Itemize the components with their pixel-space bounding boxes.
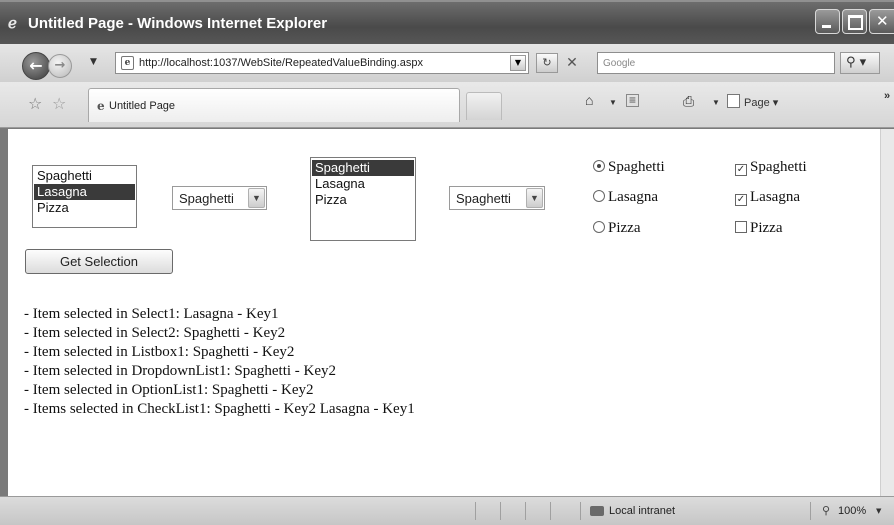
checkbox-checked-icon[interactable]: ✓ bbox=[735, 164, 747, 176]
optionlist1-label: Pizza bbox=[608, 220, 641, 236]
tab-label: Untitled Page bbox=[109, 100, 176, 112]
favorites-star-icon[interactable]: ☆ bbox=[28, 94, 42, 113]
home-dropdown-icon[interactable]: ▼ bbox=[609, 98, 617, 107]
result-line: - Items selected in CheckList1: Spaghett… bbox=[24, 401, 415, 417]
optionlist1-item[interactable]: Lasagna bbox=[593, 189, 658, 206]
search-input[interactable]: Google bbox=[597, 52, 835, 74]
listbox1[interactable]: Spaghetti Lasagna Pizza bbox=[310, 157, 416, 241]
print-dropdown-icon[interactable]: ▼ bbox=[712, 98, 720, 107]
status-divider bbox=[500, 502, 501, 520]
zoom-icon[interactable]: ⚲ bbox=[822, 504, 830, 517]
optionlist1-label: Lasagna bbox=[608, 189, 658, 205]
status-divider bbox=[525, 502, 526, 520]
vertical-scrollbar[interactable] bbox=[880, 129, 894, 496]
stop-button[interactable]: ✕ bbox=[561, 53, 583, 73]
intranet-zone-icon bbox=[590, 506, 604, 516]
maximize-button[interactable] bbox=[842, 9, 867, 34]
optionlist1-item[interactable]: Spaghetti bbox=[593, 159, 665, 176]
address-bar[interactable]: e http://localhost:1037/WebSite/Repeated… bbox=[115, 52, 529, 74]
optionlist1-item[interactable]: Pizza bbox=[593, 220, 640, 237]
listbox1-option[interactable]: Lasagna bbox=[312, 176, 414, 192]
select1-listbox[interactable]: Spaghetti Lasagna Pizza bbox=[32, 165, 137, 228]
listbox1-option-selected[interactable]: Spaghetti bbox=[312, 160, 414, 176]
result-line: - Item selected in DropdownList1: Spaghe… bbox=[24, 363, 337, 379]
checklist1-item[interactable]: ✓ Spaghetti bbox=[735, 159, 807, 176]
tab-untitled-page[interactable]: e Untitled Page bbox=[88, 88, 460, 122]
feeds-icon[interactable]: ≡ bbox=[626, 94, 639, 107]
radio-icon[interactable] bbox=[593, 190, 605, 202]
result-line: - Item selected in Select2: Spaghetti - … bbox=[24, 325, 286, 341]
checkbox-icon[interactable] bbox=[735, 221, 747, 233]
select1-option[interactable]: Pizza bbox=[34, 200, 135, 216]
radio-icon[interactable] bbox=[593, 221, 605, 233]
checklist1-label: Lasagna bbox=[750, 189, 800, 205]
zoom-level[interactable]: 100% bbox=[838, 505, 866, 517]
back-button[interactable]: ← bbox=[22, 52, 50, 80]
select1-option-selected[interactable]: Lasagna bbox=[34, 184, 135, 200]
radio-checked-icon[interactable] bbox=[593, 160, 605, 172]
navigation-bar: ← → ▼ e http://localhost:1037/WebSite/Re… bbox=[0, 44, 894, 82]
select2-value: Spaghetti bbox=[179, 191, 234, 206]
checklist1-label: Spaghetti bbox=[750, 159, 807, 175]
checklist1-label: Pizza bbox=[750, 220, 783, 236]
search-button[interactable]: ⚲ ▾ bbox=[840, 52, 880, 74]
ie-logo-icon: ℯ bbox=[8, 14, 17, 32]
results-list: - Item selected in Select1: Lasagna - Ke… bbox=[24, 305, 415, 419]
ie-page-icon: e bbox=[97, 99, 105, 113]
select1-option[interactable]: Spaghetti bbox=[34, 168, 135, 184]
new-tab-button[interactable] bbox=[466, 92, 502, 120]
forward-button[interactable]: → bbox=[48, 54, 72, 78]
status-divider bbox=[475, 502, 476, 520]
status-bar: Local intranet ⚲ 100% ▼ bbox=[0, 496, 894, 525]
chevron-down-icon[interactable]: ▼ bbox=[526, 188, 543, 208]
add-favorites-icon[interactable]: ☆ bbox=[52, 94, 66, 113]
address-dropdown-button[interactable]: ▼ bbox=[510, 55, 526, 71]
get-selection-button[interactable]: Get Selection bbox=[25, 249, 173, 274]
result-line: - Item selected in Select1: Lasagna - Ke… bbox=[24, 306, 279, 322]
page-menu-icon bbox=[727, 94, 740, 108]
page-content: Spaghetti Lasagna Pizza Spaghetti ▼ Spag… bbox=[8, 129, 880, 496]
window-title: Untitled Page - Windows Internet Explore… bbox=[28, 15, 328, 32]
recent-pages-dropdown[interactable]: ▼ bbox=[90, 57, 97, 67]
status-divider bbox=[580, 502, 581, 520]
home-icon[interactable]: ⌂ bbox=[585, 92, 593, 108]
status-divider bbox=[810, 502, 811, 520]
toolbar-overflow-icon[interactable]: » bbox=[884, 90, 890, 102]
dropdownlist1-value: Spaghetti bbox=[456, 191, 511, 206]
print-icon[interactable]: ⎙ bbox=[683, 93, 694, 110]
checklist1-item[interactable]: Pizza bbox=[735, 220, 782, 237]
listbox1-option[interactable]: Pizza bbox=[312, 192, 414, 208]
security-zone-label[interactable]: Local intranet bbox=[609, 505, 675, 517]
chevron-down-icon[interactable]: ▼ bbox=[248, 188, 265, 208]
checklist1-item[interactable]: ✓ Lasagna bbox=[735, 189, 800, 206]
checkbox-checked-icon[interactable]: ✓ bbox=[735, 194, 747, 206]
optionlist1-label: Spaghetti bbox=[608, 159, 665, 175]
result-line: - Item selected in Listbox1: Spaghetti -… bbox=[24, 344, 295, 360]
status-divider bbox=[550, 502, 551, 520]
page-icon: e bbox=[121, 56, 134, 70]
minimize-button[interactable] bbox=[815, 9, 840, 34]
title-bar: ℯ Untitled Page - Windows Internet Explo… bbox=[0, 0, 894, 44]
tab-bar: ☆ ☆ e Untitled Page ⌂ ▼ ≡ ⎙ ▼ Page ▾ » bbox=[0, 82, 894, 128]
result-line: - Item selected in OptionList1: Spaghett… bbox=[24, 382, 314, 398]
dropdownlist1[interactable]: Spaghetti ▼ bbox=[449, 186, 545, 210]
select2-dropdown[interactable]: Spaghetti ▼ bbox=[172, 186, 267, 210]
page-menu-button[interactable]: Page ▾ bbox=[744, 96, 778, 109]
refresh-button[interactable]: ↻ bbox=[536, 53, 558, 73]
address-url[interactable]: http://localhost:1037/WebSite/RepeatedVa… bbox=[139, 57, 423, 69]
zoom-dropdown-icon[interactable]: ▼ bbox=[876, 507, 881, 515]
close-button[interactable] bbox=[869, 9, 894, 34]
